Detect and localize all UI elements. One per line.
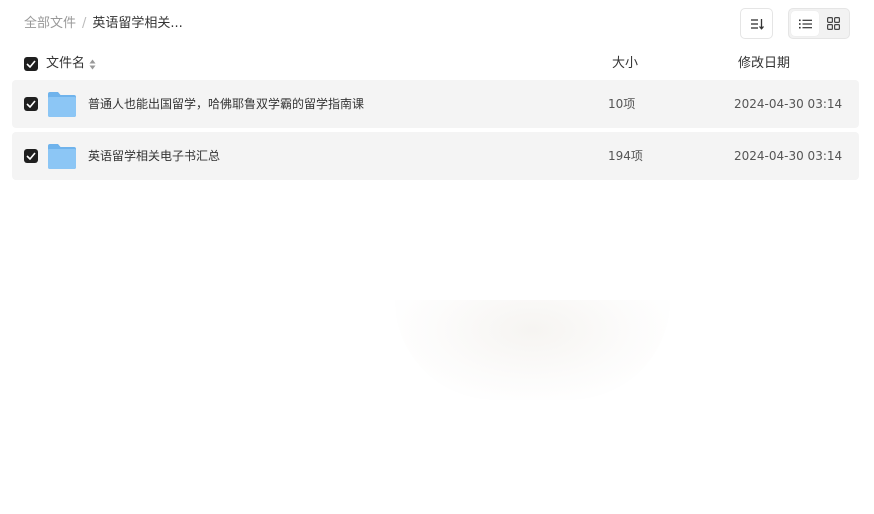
empty-area-decoration <box>395 300 670 400</box>
column-header-name[interactable]: 文件名 <box>46 54 96 74</box>
sort-button[interactable] <box>740 8 773 39</box>
check-icon <box>26 152 36 160</box>
list-view-button[interactable] <box>791 11 819 36</box>
row-size: 194项 <box>608 149 643 163</box>
table-row[interactable]: 英语留学相关电子书汇总 194项 2024-04-30 03:14 <box>12 132 859 180</box>
column-header-date[interactable]: 修改日期 <box>738 54 790 74</box>
folder-icon <box>48 144 76 169</box>
grid-view-icon <box>826 17 840 30</box>
folder-icon <box>48 92 76 117</box>
check-icon <box>26 60 36 68</box>
grid-view-button[interactable] <box>819 11 847 36</box>
row-name[interactable]: 普通人也能出国留学，哈佛耶鲁双学霸的留学指南课 <box>88 80 364 128</box>
table-header: 文件名 大小 修改日期 <box>0 54 874 74</box>
breadcrumb-separator: / <box>82 16 87 31</box>
sort-icon <box>750 18 764 30</box>
sort-toggle-icon[interactable] <box>89 59 96 70</box>
row-checkbox[interactable] <box>24 149 38 163</box>
row-size: 10项 <box>608 97 636 111</box>
column-header-size[interactable]: 大小 <box>612 54 638 74</box>
breadcrumb: 全部文件 / 英语留学相关... <box>24 14 183 34</box>
row-checkbox[interactable] <box>24 97 38 111</box>
check-icon <box>26 100 36 108</box>
column-header-name-label: 文件名 <box>46 56 86 71</box>
select-all-checkbox[interactable] <box>24 57 38 71</box>
breadcrumb-current: 英语留学相关... <box>92 16 183 31</box>
row-name[interactable]: 英语留学相关电子书汇总 <box>88 132 220 180</box>
list-view-icon <box>798 19 812 28</box>
table-row[interactable]: 普通人也能出国留学，哈佛耶鲁双学霸的留学指南课 10项 2024-04-30 0… <box>12 80 859 128</box>
breadcrumb-root[interactable]: 全部文件 <box>24 14 76 34</box>
file-browser: 全部文件 / 英语留学相关... 文件名 大小 修改日期 普通人也能出国留学，哈… <box>0 0 874 514</box>
row-date: 2024-04-30 03:14 <box>734 97 843 111</box>
row-date: 2024-04-30 03:14 <box>734 149 843 163</box>
view-toggle-group <box>788 8 850 39</box>
